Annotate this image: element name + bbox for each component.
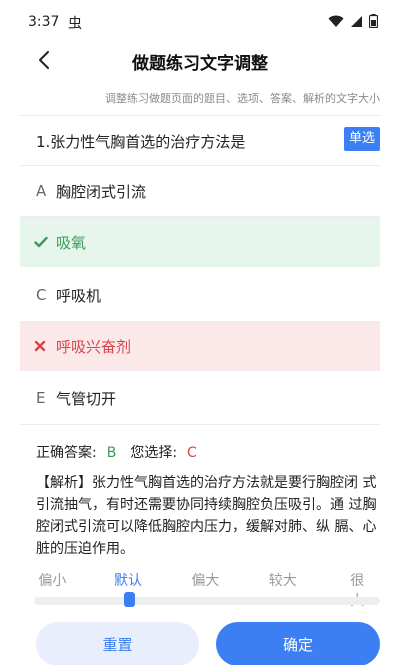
- confirm-button[interactable]: 确定: [216, 622, 380, 665]
- option-c[interactable]: C 呼吸机: [20, 270, 380, 320]
- option-a[interactable]: A 胸腔闭式引流: [20, 166, 380, 216]
- font-size-option[interactable]: 偏小: [38, 570, 66, 590]
- option-text: 胸腔闭式引流: [56, 182, 147, 201]
- correct-answer-value: B: [106, 445, 117, 461]
- status-time: 3:37: [28, 14, 60, 30]
- wifi-icon: [328, 15, 344, 27]
- font-size-labels: 偏小 默认 偏大 较大 很大: [20, 570, 380, 609]
- status-icons: [328, 14, 378, 28]
- option-text: 气管切开: [56, 389, 117, 408]
- battery-icon: [369, 14, 378, 28]
- option-letter: C: [36, 286, 47, 304]
- option-text: 呼吸机: [56, 286, 102, 305]
- status-bar: 3:37 虫: [0, 0, 400, 40]
- chosen-answer-value: C: [187, 445, 197, 461]
- analysis-text: 【解析】张力性气胸首选的治疗方法就是要行胸腔闭 式引流抽气，有时还需要协同持续胸…: [36, 475, 377, 557]
- check-icon: [20, 236, 56, 248]
- option-letter: A: [36, 182, 47, 200]
- signal-icon: [351, 15, 362, 27]
- font-size-slider-track[interactable]: [34, 597, 380, 605]
- status-app-glyph: 虫: [68, 16, 82, 32]
- correct-answer-label: 正确答案:: [36, 445, 97, 461]
- chosen-answer-label: 您选择:: [130, 445, 178, 461]
- answer-row: 正确答案: B 您选择: C: [36, 442, 197, 462]
- question-text: 1.张力性气胸首选的治疗方法是: [36, 133, 246, 151]
- cross-icon: [20, 340, 56, 352]
- reset-button[interactable]: 重置: [36, 622, 199, 665]
- option-text: 吸氧: [56, 233, 87, 252]
- page-subtitle: 调整练习做题页面的题目、选项、答案、解析的文字大小: [105, 92, 380, 105]
- divider: [20, 424, 380, 425]
- font-size-option[interactable]: 偏大: [191, 570, 219, 590]
- nav-bar: 做题练习文字调整: [0, 40, 400, 80]
- font-size-option[interactable]: 较大: [269, 570, 297, 590]
- option-b-correct[interactable]: 吸氧: [20, 217, 380, 267]
- question-type-badge: 单选: [343, 127, 380, 151]
- option-text: 呼吸兴奋剂: [56, 337, 132, 356]
- option-d-wrong[interactable]: 呼吸兴奋剂: [20, 321, 380, 371]
- option-letter: E: [36, 389, 46, 407]
- divider: [20, 115, 380, 116]
- font-size-slider-thumb[interactable]: [124, 592, 135, 607]
- page-title: 做题练习文字调整: [132, 54, 268, 74]
- font-size-option-selected[interactable]: 默认: [114, 570, 142, 590]
- option-e[interactable]: E 气管切开: [20, 373, 380, 423]
